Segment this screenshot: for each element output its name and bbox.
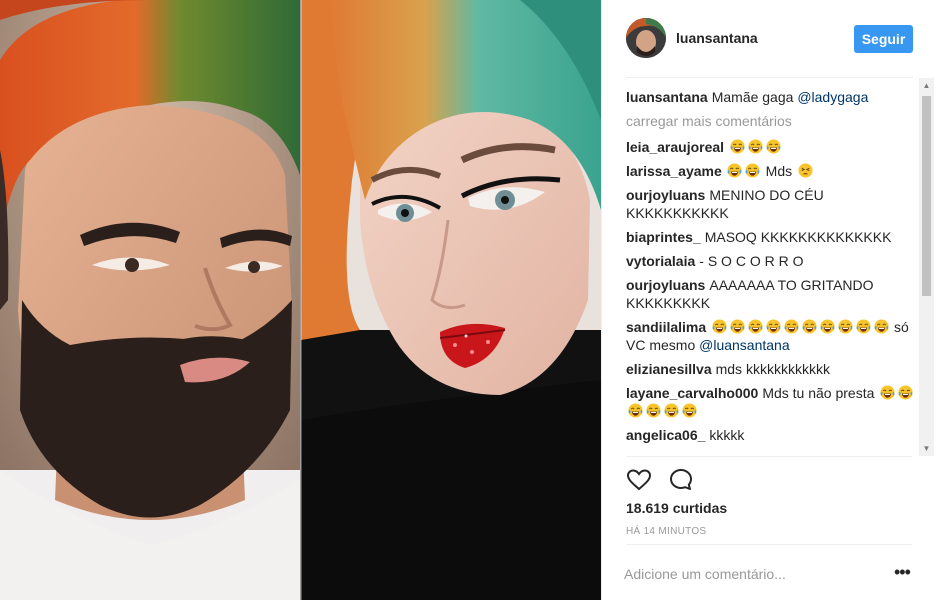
comment-item: vytorialaia - S O C O R R O bbox=[626, 252, 916, 270]
comments-list[interactable]: luansantana Mamãe gaga @ladygaga carregar… bbox=[626, 88, 916, 453]
comment-username[interactable]: leia_araujoreal bbox=[626, 139, 724, 155]
author-avatar[interactable] bbox=[626, 18, 666, 58]
tears-of-joy-emoji-icon bbox=[645, 403, 661, 418]
tears-of-joy-emoji-icon bbox=[820, 319, 835, 334]
tears-of-joy-emoji-icon bbox=[766, 319, 781, 334]
tears-of-joy-emoji-icon bbox=[748, 319, 763, 334]
heart-icon[interactable] bbox=[626, 467, 652, 493]
comment-text: Mds tu não presta bbox=[762, 385, 879, 401]
comment-item: larissa_ayame Mds bbox=[626, 162, 916, 180]
comment-item: ourjoyluans AAAAAAA TO GRITANDO KKKKKKKKK bbox=[626, 276, 916, 312]
tears-of-joy-emoji-icon bbox=[745, 163, 760, 178]
caption-username[interactable]: luansantana bbox=[626, 89, 708, 105]
comment-item: sandiilalima só VC mesmo @luansantana bbox=[626, 318, 916, 354]
comment-text: Mds bbox=[761, 163, 796, 179]
avatar-image bbox=[626, 18, 666, 58]
comment-username[interactable]: elizianesillva bbox=[626, 361, 712, 377]
comment-item: ourjoyluans MENINO DO CÉU KKKKKKKKKKK bbox=[626, 186, 916, 222]
tears-of-joy-emoji-icon bbox=[730, 319, 745, 334]
instagram-post-modal: luansantana Seguir luansantana Mamãe gaga… bbox=[0, 0, 936, 600]
comment-username[interactable]: biaprintes_ bbox=[626, 229, 701, 245]
comment-mention[interactable]: @luansantana bbox=[699, 337, 790, 353]
tears-of-joy-emoji-icon bbox=[880, 385, 895, 400]
comment-rows: leia_araujoreal larissa_ayame Mds ourjoyl… bbox=[626, 138, 916, 444]
tears-of-joy-emoji-icon bbox=[856, 319, 871, 334]
comment-username[interactable]: ourjoyluans bbox=[626, 187, 705, 203]
comment-text: - S O C O R R O bbox=[699, 253, 804, 269]
add-comment-input[interactable] bbox=[624, 564, 874, 584]
scroll-up-arrow-icon[interactable]: ▲ bbox=[919, 78, 934, 93]
post-header: luansantana Seguir bbox=[602, 0, 936, 78]
persevering-face-emoji-icon bbox=[797, 163, 813, 178]
tears-of-joy-emoji-icon bbox=[712, 319, 727, 334]
comment-item: leia_araujoreal bbox=[626, 138, 916, 156]
post-photo[interactable] bbox=[0, 0, 601, 600]
header-divider bbox=[626, 77, 913, 78]
caption: luansantana Mamãe gaga @ladygaga bbox=[626, 88, 916, 106]
more-options-icon[interactable]: ••• bbox=[894, 563, 911, 581]
comment-item: layane_carvalho000 Mds tu não presta bbox=[626, 384, 916, 420]
post-timestamp: HÁ 14 MINUTOS bbox=[626, 526, 707, 537]
caption-text: Mamãe gaga bbox=[711, 89, 794, 105]
comment-username[interactable]: layane_carvalho000 bbox=[626, 385, 758, 401]
comment-icon[interactable] bbox=[668, 467, 694, 493]
scrollbar-thumb[interactable] bbox=[922, 96, 931, 296]
tears-of-joy-emoji-icon bbox=[727, 163, 742, 178]
author-username[interactable]: luansantana bbox=[676, 30, 758, 46]
likes-count[interactable]: 18.619 curtidas bbox=[626, 500, 727, 516]
tears-of-joy-emoji-icon bbox=[802, 319, 817, 334]
tears-of-joy-emoji-icon bbox=[784, 319, 799, 334]
comment-username[interactable]: vytorialaia bbox=[626, 253, 695, 269]
post-side-panel: luansantana Seguir luansantana Mamãe gaga… bbox=[601, 0, 936, 600]
follow-button[interactable]: Seguir bbox=[854, 25, 913, 53]
tears-of-joy-emoji-icon bbox=[663, 403, 679, 418]
actions-divider bbox=[626, 456, 912, 457]
tears-of-joy-emoji-icon bbox=[627, 403, 643, 418]
comment-username[interactable]: larissa_ayame bbox=[626, 163, 722, 179]
comment-item: angelica06_ kkkkk bbox=[626, 426, 916, 444]
tears-of-joy-emoji-icon bbox=[874, 319, 889, 334]
post-photo-collage-illustration bbox=[0, 0, 601, 600]
scroll-down-arrow-icon[interactable]: ▼ bbox=[919, 441, 934, 456]
tears-of-joy-emoji-icon bbox=[681, 403, 697, 418]
comment-username[interactable]: ourjoyluans bbox=[626, 277, 705, 293]
comment-username[interactable]: angelica06_ bbox=[626, 427, 705, 443]
comment-item: elizianesillva mds kkkkkkkkkkkk bbox=[626, 360, 916, 378]
comment-text: kkkkk bbox=[709, 427, 745, 443]
tears-of-joy-emoji-icon bbox=[898, 385, 913, 400]
comment-text: MASOQ KKKKKKKKKKKKKK bbox=[704, 229, 892, 245]
comment-text: mds kkkkkkkkkkkk bbox=[715, 361, 830, 377]
tears-of-joy-emoji-icon bbox=[838, 319, 853, 334]
load-more-comments-link[interactable]: carregar mais comentários bbox=[626, 112, 916, 130]
post-actions bbox=[626, 467, 694, 493]
tears-of-joy-emoji-icon bbox=[748, 139, 763, 154]
comment-item: biaprintes_ MASOQ KKKKKKKKKKKKKK bbox=[626, 228, 916, 246]
tears-of-joy-emoji-icon bbox=[730, 139, 745, 154]
comment-username[interactable]: sandiilalima bbox=[626, 319, 706, 335]
comments-scrollbar[interactable]: ▲ ▼ bbox=[919, 78, 934, 456]
comment-box-divider bbox=[626, 544, 912, 545]
caption-mention[interactable]: @ladygaga bbox=[797, 89, 868, 105]
tears-of-joy-emoji-icon bbox=[766, 139, 781, 154]
